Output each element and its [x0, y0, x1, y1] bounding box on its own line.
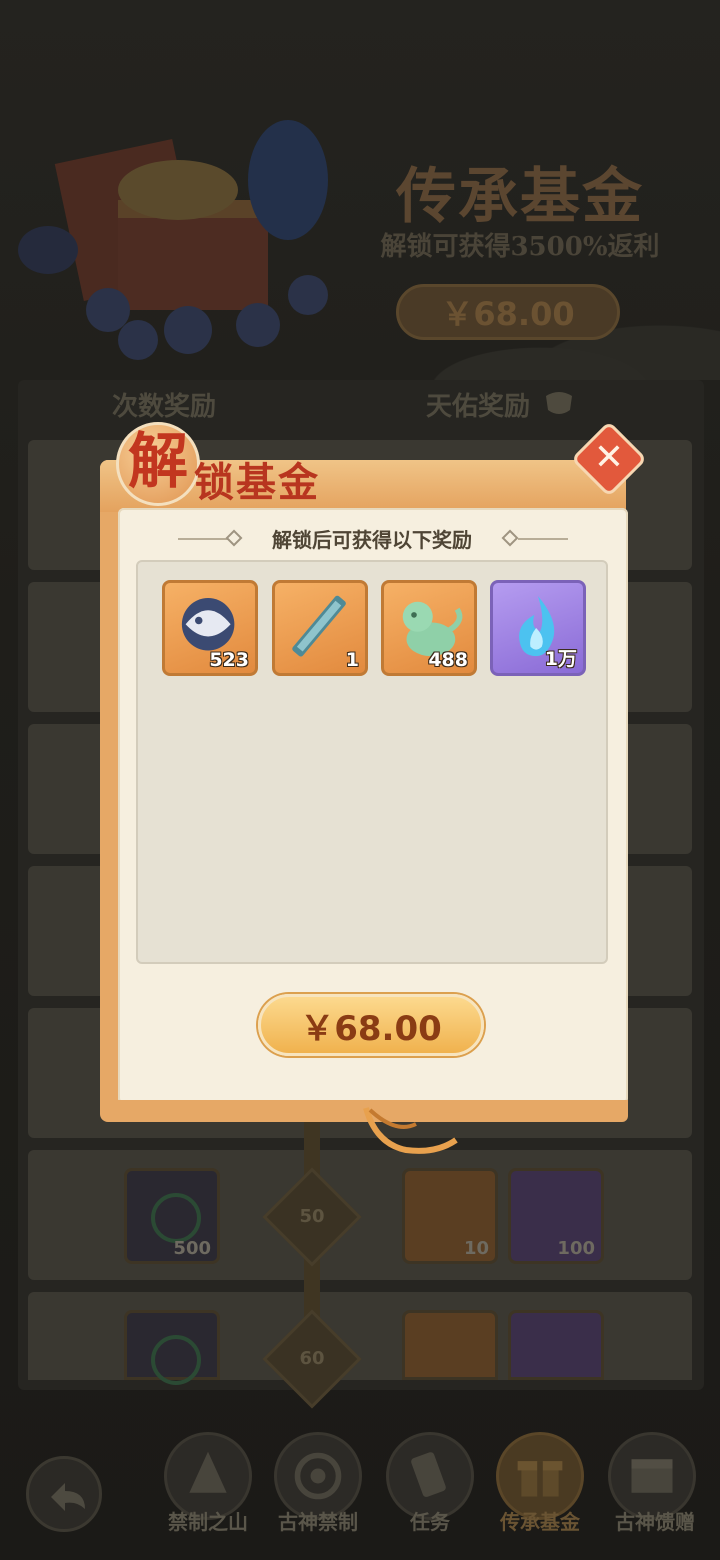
hero-title: 传承基金: [396, 162, 644, 232]
treasure-chest-illustration: [18, 120, 328, 360]
reward-count: 523: [209, 649, 249, 671]
milestone-label: 50: [299, 1206, 325, 1227]
tassel-ornament: [363, 1107, 458, 1154]
checkmark-icon: [151, 1193, 201, 1243]
column-header-blessing-rewards: 天佑奖励: [426, 392, 531, 422]
milestone-label: 60: [299, 1348, 325, 1369]
reward-count: 1: [345, 649, 359, 671]
nav-label: 古神禁制: [278, 1510, 358, 1534]
hero-price-button[interactable]: ￥68.00: [396, 284, 620, 340]
scroll-icon: [411, 1452, 446, 1497]
reward-count: 1万: [544, 648, 577, 670]
blessing-reward-item[interactable]: [508, 1310, 604, 1380]
purchase-button[interactable]: ￥68.00: [258, 994, 484, 1056]
lock-icon: [546, 392, 572, 414]
reward-item[interactable]: 1: [272, 580, 368, 676]
nav-label: 禁制之山: [168, 1510, 248, 1534]
modal-title-first-char: 解: [128, 427, 188, 497]
checkmark-icon: [151, 1335, 201, 1385]
swirl-icon: [294, 1452, 342, 1500]
blessing-reward-item[interactable]: 100: [508, 1168, 604, 1264]
back-arrow-icon: [51, 1483, 85, 1511]
nav-label: 古神馈赠: [615, 1510, 695, 1534]
blessing-reward-item[interactable]: [402, 1310, 498, 1380]
back-button[interactable]: [26, 1456, 102, 1532]
reward-count: 488: [428, 649, 468, 671]
mountain-icon: [189, 1451, 227, 1493]
modal-subtitle: 解锁后可获得以下奖励: [272, 528, 472, 552]
nav-label: 传承基金: [500, 1510, 580, 1534]
modal-title: 锁基金: [194, 459, 320, 506]
blessing-reward-item[interactable]: 10: [402, 1168, 498, 1264]
divider: [178, 538, 228, 540]
divider: [518, 538, 568, 540]
hero-subtitle: 解锁可获得3500%返利: [380, 232, 660, 262]
reward-item[interactable]: 1万: [490, 580, 586, 676]
chest-icon: [631, 1459, 673, 1493]
reward-item[interactable]: 488: [381, 580, 477, 676]
reward-item[interactable]: 523: [162, 580, 258, 676]
column-header-count-rewards: 次数奖励: [112, 392, 217, 422]
close-icon[interactable]: ✕: [582, 430, 636, 484]
gift-icon: [517, 1461, 563, 1497]
claimed-reward-item[interactable]: 500: [124, 1168, 220, 1264]
nav-label: 任务: [410, 1510, 450, 1534]
claimed-reward-item[interactable]: [124, 1310, 220, 1385]
